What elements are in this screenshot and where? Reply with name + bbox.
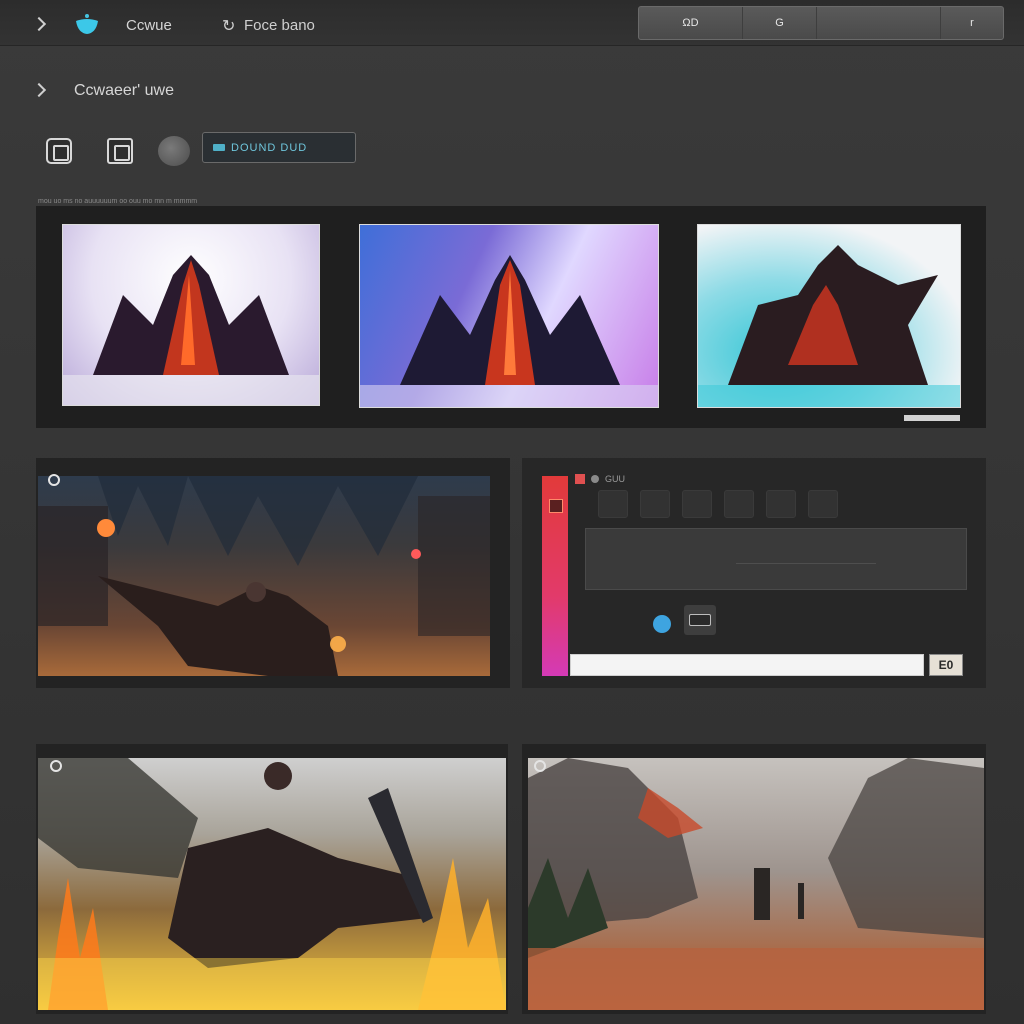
color-picker-button[interactable] bbox=[158, 136, 190, 166]
project-name: Foce bano bbox=[244, 17, 315, 34]
mini-tab-marker[interactable] bbox=[575, 474, 585, 484]
app-logo-icon bbox=[76, 14, 98, 34]
swatch-button[interactable] bbox=[682, 490, 712, 518]
swatch-button[interactable] bbox=[808, 490, 838, 518]
thumbnail-creature-3[interactable] bbox=[697, 224, 961, 408]
mini-tab-label: GUU bbox=[605, 474, 625, 484]
segment-button-3[interactable] bbox=[817, 7, 941, 39]
command-input[interactable] bbox=[570, 654, 924, 676]
fire-rider-art bbox=[38, 758, 506, 1010]
editor-mini-tabs: GUU bbox=[575, 474, 625, 484]
filter-chip[interactable]: DOUND DUD bbox=[202, 132, 356, 163]
expand-section-chevron-icon[interactable] bbox=[31, 82, 47, 98]
result-select-radio[interactable] bbox=[50, 760, 62, 772]
status-indicator-icon[interactable] bbox=[653, 615, 671, 633]
keyboard-button[interactable] bbox=[684, 605, 716, 635]
chevron-right-icon[interactable] bbox=[31, 16, 47, 32]
thumbnail-creature-1[interactable] bbox=[62, 224, 320, 406]
prompt-text-area[interactable] bbox=[585, 528, 967, 590]
generate-button[interactable]: E0 bbox=[929, 654, 963, 676]
result-image-fire-rider[interactable] bbox=[38, 758, 506, 1010]
mini-tab-dot[interactable] bbox=[591, 475, 599, 483]
warrior-scene-art bbox=[38, 476, 490, 676]
thumbnail-creature-2[interactable] bbox=[359, 224, 659, 408]
canyon-select-radio[interactable] bbox=[534, 760, 546, 772]
thumbnail-scrollbar[interactable] bbox=[904, 415, 960, 421]
refresh-icon[interactable]: ↻ bbox=[222, 16, 235, 36]
frame-tool-button[interactable] bbox=[107, 138, 133, 164]
accent-badge-icon bbox=[549, 499, 563, 513]
creature-art-2 bbox=[360, 255, 658, 407]
swatch-button[interactable] bbox=[598, 490, 628, 518]
copy-tool-button[interactable] bbox=[46, 138, 72, 164]
result-image-canyon[interactable] bbox=[528, 758, 984, 1010]
creature-art-1 bbox=[63, 255, 319, 405]
view-mode-segmented-control: ΩD Gr bbox=[638, 6, 1004, 40]
preview-image-warrior[interactable] bbox=[38, 476, 490, 676]
swatch-button[interactable] bbox=[640, 490, 670, 518]
gallery-caption: mou uo ms no auuuuuum oo ouu mo mn m mmm… bbox=[38, 198, 198, 205]
keyboard-icon bbox=[689, 614, 711, 626]
filter-chip-icon bbox=[213, 144, 225, 151]
editor-swatch-row bbox=[598, 490, 838, 518]
preview-select-radio[interactable] bbox=[48, 474, 60, 486]
swatch-button[interactable] bbox=[766, 490, 796, 518]
segment-button-4[interactable]: r bbox=[941, 7, 1003, 39]
canyon-scene-art bbox=[528, 758, 984, 1010]
segment-button-2[interactable]: G bbox=[743, 7, 817, 39]
filter-chip-label: DOUND DUD bbox=[231, 141, 308, 154]
section-title: Ccwaeer' uwe bbox=[74, 82, 174, 99]
swatch-button[interactable] bbox=[724, 490, 754, 518]
creature-art-3 bbox=[698, 245, 960, 407]
segment-button-1[interactable]: ΩD bbox=[639, 7, 743, 39]
top-bar: Ccwue ↻ Foce bano ΩD Gr bbox=[0, 0, 1024, 46]
app-title: Ccwue bbox=[126, 17, 172, 34]
